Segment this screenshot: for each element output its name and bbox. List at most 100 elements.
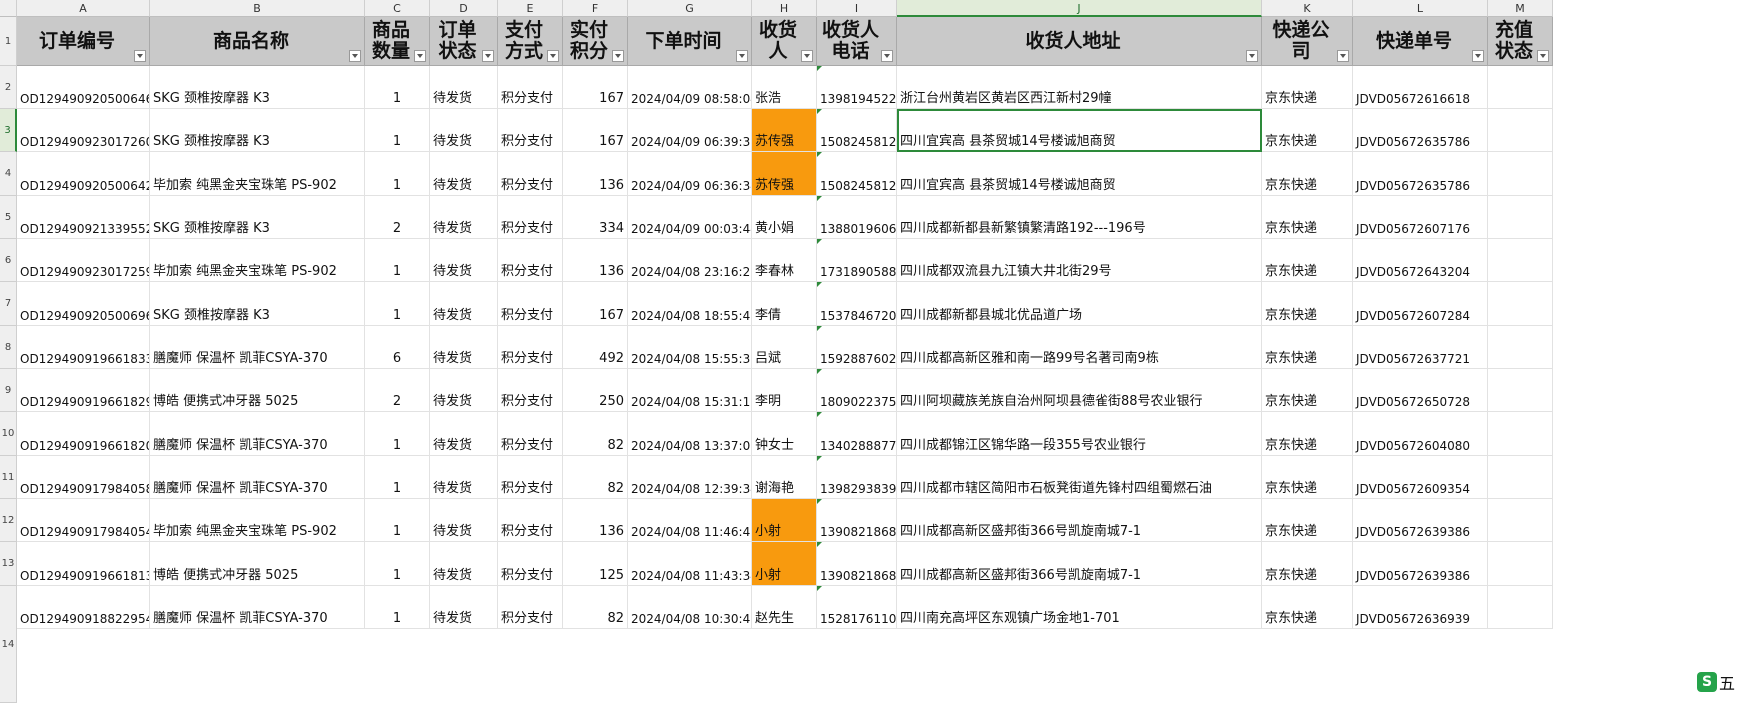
cell-j10[interactable]: 四川成都锦江区锦华路一段355号农业银行 <box>897 412 1262 456</box>
cell-m5[interactable] <box>1488 196 1553 239</box>
cell-d14[interactable]: 待发货 <box>430 586 498 629</box>
cell-a5[interactable]: OD1294909213395521 <box>17 196 150 239</box>
cell-c7[interactable]: 1 <box>365 282 430 326</box>
cell-a14[interactable]: OD1294909188229548 <box>17 586 150 629</box>
cell-d8[interactable]: 待发货 <box>430 326 498 369</box>
cell-e9[interactable]: 积分支付 <box>498 369 563 412</box>
filter-dropdown-icon[interactable] <box>1472 50 1484 62</box>
cell-l13[interactable]: JDVD05672639386 <box>1353 542 1488 586</box>
cell-l4[interactable]: JDVD05672635786 <box>1353 152 1488 196</box>
cell-g7[interactable]: 2024/04/08 18:55:43 <box>628 282 752 326</box>
row-header-10[interactable]: 10 <box>0 412 17 456</box>
cell-m13[interactable] <box>1488 542 1553 586</box>
cell-k7[interactable]: 京东快递 <box>1262 282 1353 326</box>
filter-dropdown-icon[interactable] <box>1337 50 1349 62</box>
cell-c4[interactable]: 1 <box>365 152 430 196</box>
cell-j14[interactable]: 四川南充高坪区东观镇广场金地1-701 <box>897 586 1262 629</box>
row-header-4[interactable]: 4 <box>0 152 17 196</box>
cell-m3[interactable] <box>1488 109 1553 152</box>
cell-d5[interactable]: 待发货 <box>430 196 498 239</box>
cell-e7[interactable]: 积分支付 <box>498 282 563 326</box>
row-header-11[interactable]: 11 <box>0 456 17 499</box>
filter-dropdown-icon[interactable] <box>801 50 813 62</box>
cell-h13[interactable]: 小射 <box>752 542 817 586</box>
cell-g14[interactable]: 2024/04/08 10:30:41 <box>628 586 752 629</box>
cell-h5[interactable]: 黄小娟 <box>752 196 817 239</box>
row-header-13[interactable]: 13 <box>0 542 17 586</box>
cell-l12[interactable]: JDVD05672639386 <box>1353 499 1488 542</box>
cell-e4[interactable]: 积分支付 <box>498 152 563 196</box>
filter-dropdown-icon[interactable] <box>414 50 426 62</box>
cell-d4[interactable]: 待发货 <box>430 152 498 196</box>
cell-m2[interactable] <box>1488 66 1553 109</box>
cell-d6[interactable]: 待发货 <box>430 239 498 282</box>
cell-j8[interactable]: 四川成都高新区雅和南一路99号名著司南9栋 <box>897 326 1262 369</box>
column-header-f[interactable]: F <box>563 0 628 17</box>
cell-a7[interactable]: OD1294909205006968 <box>17 282 150 326</box>
column-header-m[interactable]: M <box>1488 0 1553 17</box>
cell-h4[interactable]: 苏传强 <box>752 152 817 196</box>
cell-g4[interactable]: 2024/04/09 06:36:34 <box>628 152 752 196</box>
filter-dropdown-icon[interactable] <box>134 50 146 62</box>
column-header-g[interactable]: G <box>628 0 752 17</box>
column-header-b[interactable]: B <box>150 0 365 17</box>
cell-e10[interactable]: 积分支付 <box>498 412 563 456</box>
cell-f7[interactable]: 167 <box>563 282 628 326</box>
row-header-2[interactable]: 2 <box>0 66 17 109</box>
cell-c5[interactable]: 2 <box>365 196 430 239</box>
cell-l3[interactable]: JDVD05672635786 <box>1353 109 1488 152</box>
column-header-d[interactable]: D <box>430 0 498 17</box>
cell-h3[interactable]: 苏传强 <box>752 109 817 152</box>
cell-e8[interactable]: 积分支付 <box>498 326 563 369</box>
cell-b9[interactable]: 博皓 便携式冲牙器 5025 <box>150 369 365 412</box>
cell-g9[interactable]: 2024/04/08 15:31:12 <box>628 369 752 412</box>
cell-i4[interactable]: 15082458122 <box>817 152 897 196</box>
cell-f9[interactable]: 250 <box>563 369 628 412</box>
cell-m14[interactable] <box>1488 586 1553 629</box>
cell-j4[interactable]: 四川宜宾高 县茶贸城14号楼诚旭商贸 <box>897 152 1262 196</box>
cell-b5[interactable]: SKG 颈椎按摩器 K3 <box>150 196 365 239</box>
cell-b2[interactable]: SKG 颈椎按摩器 K3 <box>150 66 365 109</box>
filter-dropdown-icon[interactable] <box>482 50 494 62</box>
cell-b13[interactable]: 博皓 便携式冲牙器 5025 <box>150 542 365 586</box>
filter-dropdown-icon[interactable] <box>1246 50 1258 62</box>
cell-f11[interactable]: 82 <box>563 456 628 499</box>
cell-k9[interactable]: 京东快递 <box>1262 369 1353 412</box>
row-header-14[interactable]: 14 <box>0 586 17 703</box>
cell-b6[interactable]: 毕加索 纯黑金夹宝珠笔 PS-902 <box>150 239 365 282</box>
cell-l10[interactable]: JDVD05672604080 <box>1353 412 1488 456</box>
cell-m12[interactable] <box>1488 499 1553 542</box>
cell-f10[interactable]: 82 <box>563 412 628 456</box>
cell-k3[interactable]: 京东快递 <box>1262 109 1353 152</box>
cell-m11[interactable] <box>1488 456 1553 499</box>
cell-j7[interactable]: 四川成都新都县城北优品道广场 <box>897 282 1262 326</box>
column-header-k[interactable]: K <box>1262 0 1353 17</box>
cell-b12[interactable]: 毕加索 纯黑金夹宝珠笔 PS-902 <box>150 499 365 542</box>
cell-f2[interactable]: 167 <box>563 66 628 109</box>
cell-e11[interactable]: 积分支付 <box>498 456 563 499</box>
cell-b10[interactable]: 膳魔师 保温杯 凯菲CSYA-370 <box>150 412 365 456</box>
cell-k5[interactable]: 京东快递 <box>1262 196 1353 239</box>
cell-g11[interactable]: 2024/04/08 12:39:34 <box>628 456 752 499</box>
cell-a12[interactable]: OD1294909179840546 <box>17 499 150 542</box>
cell-a3[interactable]: OD1294909230172607 <box>17 109 150 152</box>
cell-j12[interactable]: 四川成都高新区盛邦街366号凯旋南城7-1 <box>897 499 1262 542</box>
cell-m9[interactable] <box>1488 369 1553 412</box>
cell-i6[interactable]: 17318905887 <box>817 239 897 282</box>
row-header-8[interactable]: 8 <box>0 326 17 369</box>
cell-a8[interactable]: OD1294909196618332 <box>17 326 150 369</box>
cell-i7[interactable]: 15378467200 <box>817 282 897 326</box>
cell-h11[interactable]: 谢海艳 <box>752 456 817 499</box>
cell-c13[interactable]: 1 <box>365 542 430 586</box>
cell-k10[interactable]: 京东快递 <box>1262 412 1353 456</box>
cell-i11[interactable]: 13982938393 <box>817 456 897 499</box>
cell-f12[interactable]: 136 <box>563 499 628 542</box>
cell-a10[interactable]: OD1294909196618201 <box>17 412 150 456</box>
cell-k13[interactable]: 京东快递 <box>1262 542 1353 586</box>
cell-b3[interactable]: SKG 颈椎按摩器 K3 <box>150 109 365 152</box>
cell-l5[interactable]: JDVD05672607176 <box>1353 196 1488 239</box>
row-header-1[interactable]: 1 <box>0 17 17 66</box>
cell-i8[interactable]: 15928876026 <box>817 326 897 369</box>
cell-h9[interactable]: 李明 <box>752 369 817 412</box>
cell-i2[interactable]: 13981945225 <box>817 66 897 109</box>
